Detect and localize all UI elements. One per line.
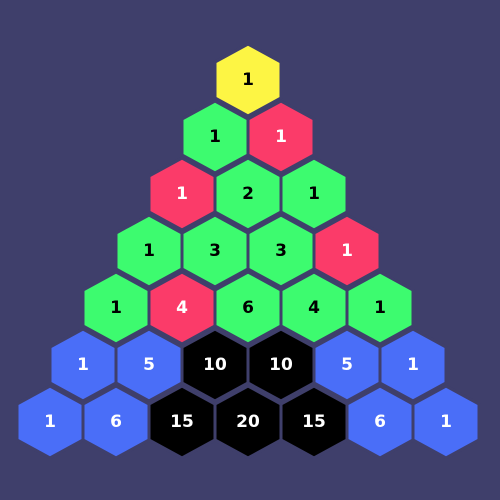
hex-cell[interactable]: 15 xyxy=(147,384,217,460)
hex-value: 6 xyxy=(374,412,386,432)
hex-value: 1 xyxy=(440,412,452,432)
hex-cell[interactable]: 15 xyxy=(279,384,349,460)
hex-cell[interactable]: 6 xyxy=(81,384,151,460)
hex-value: 15 xyxy=(302,412,326,432)
pascal-triangle-board: 1 1 1 1 2 1 1 3 3 1 1 4 6 4 1 1 5 10 10 5 1 1 6 15 20 15 6 1 xyxy=(0,0,500,500)
hex-cell[interactable]: 1 xyxy=(411,384,481,460)
hex-cell[interactable]: 1 xyxy=(15,384,85,460)
hex-value: 15 xyxy=(170,412,194,432)
hex-value: 6 xyxy=(110,412,122,432)
hex-cell[interactable]: 6 xyxy=(345,384,415,460)
hex-cell[interactable]: 20 xyxy=(213,384,283,460)
hex-value: 1 xyxy=(44,412,56,432)
hex-value: 20 xyxy=(236,412,260,432)
